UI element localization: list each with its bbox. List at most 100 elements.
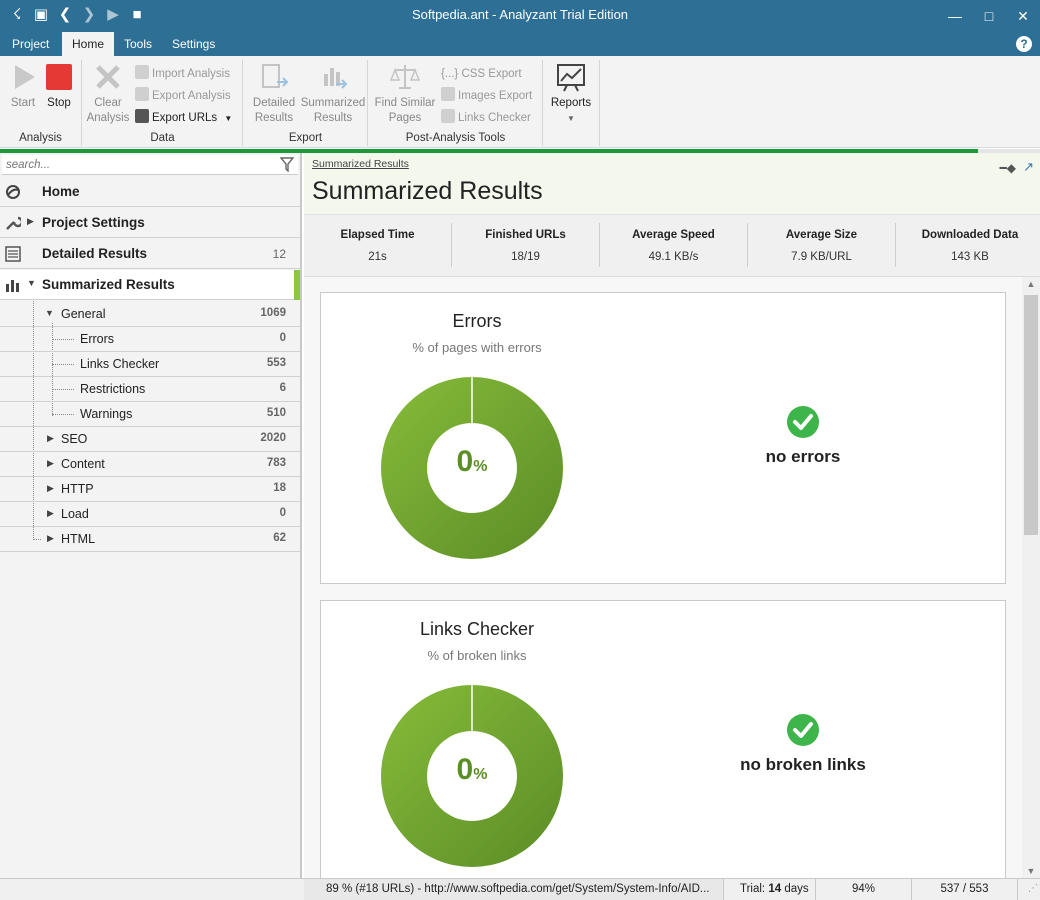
tree-item-http[interactable]: ▶ HTTP 18 xyxy=(0,477,300,502)
sidebar-item-detailed-results[interactable]: Detailed Results 12 xyxy=(0,239,300,269)
scroll-up-icon[interactable]: ▲ xyxy=(1022,279,1040,289)
chevron-right-icon[interactable]: ▶ xyxy=(27,216,34,227)
tab-tools[interactable]: Tools xyxy=(114,32,162,56)
tree-item-load[interactable]: ▶ Load 0 xyxy=(0,502,300,527)
filter-icon[interactable] xyxy=(280,157,294,172)
close-button[interactable]: ✕ xyxy=(1006,0,1040,32)
ribbon-group-analysis: Start Stop Analysis xyxy=(0,60,82,146)
tab-project[interactable]: Project xyxy=(2,32,59,56)
export-urls-button[interactable]: Export URLs ▼ xyxy=(135,108,232,128)
check-circle-icon xyxy=(787,406,819,438)
tree-item-warnings[interactable]: Warnings 510 xyxy=(0,402,300,427)
tree-item-label: Load xyxy=(61,507,89,521)
tree-connector xyxy=(52,339,74,340)
status-count: 537 / 553 xyxy=(912,879,1018,900)
page-header: Summarized Results Summarized Results ━◆… xyxy=(304,153,1040,215)
image-icon xyxy=(441,87,455,101)
tree-item-restrictions[interactable]: Restrictions 6 xyxy=(0,377,300,402)
chevron-down-icon[interactable]: ▼ xyxy=(27,278,36,288)
tree-item-links-checker[interactable]: Links Checker 553 xyxy=(0,352,300,377)
tree-item-content[interactable]: ▶ Content 783 xyxy=(0,452,300,477)
ribbon-group-export: Detailed Results Summarized Results Expo… xyxy=(244,60,368,146)
chevron-right-icon[interactable]: ▶ xyxy=(47,483,54,494)
breadcrumb[interactable]: Summarized Results xyxy=(312,158,409,170)
tree-item-label: HTML xyxy=(61,532,96,546)
tree-item-label: HTTP xyxy=(61,482,94,496)
maximize-button[interactable]: □ xyxy=(972,0,1006,32)
chevron-down-icon[interactable]: ▼ xyxy=(45,308,54,318)
summarized-results-export-button[interactable]: Summarized Results xyxy=(300,62,366,126)
group-label-analysis: Analysis xyxy=(19,132,62,144)
tree-item-errors[interactable]: Errors 0 xyxy=(0,327,300,352)
tree-item-label: Links Checker xyxy=(80,357,160,371)
scroll-down-icon[interactable]: ▼ xyxy=(1022,866,1040,876)
title-bar: ☇ ▣ ❮ ❯ ▶ ■ Softpedia.ant - Analyzant Tr… xyxy=(0,0,1040,32)
reports-button[interactable]: Reports ▼ xyxy=(546,62,596,126)
stat-finished-urls: Finished URLs 18/19 xyxy=(452,223,600,267)
popout-icon[interactable]: ↗ xyxy=(1023,159,1034,175)
status-progress-text: 89 % (#18 URLs) - http://www.softpedia.c… xyxy=(304,879,724,900)
links-checker-button[interactable]: Links Checker xyxy=(441,108,531,128)
tree-item-label: SEO xyxy=(61,432,88,446)
tab-home[interactable]: Home xyxy=(62,32,115,56)
sidebar-item-count: 12 xyxy=(272,247,286,261)
sidebar-item-label: Summarized Results xyxy=(42,277,175,292)
sidebar-item-home[interactable]: Home xyxy=(0,177,300,207)
help-icon[interactable]: ? xyxy=(1016,36,1032,52)
status-text: no broken links xyxy=(740,755,866,774)
tree-item-general[interactable]: ▼ General 1069 xyxy=(0,302,300,327)
window-title: Softpedia.ant - Analyzant Trial Edition xyxy=(411,7,629,22)
tree-item-html[interactable]: ▶ HTML 62 xyxy=(0,527,300,552)
start-label: Start xyxy=(10,97,36,109)
stat-average-speed: Average Speed 49.1 KB/s xyxy=(600,223,748,267)
sidebar-item-project-settings[interactable]: ▶ Project Settings xyxy=(0,208,300,238)
find-similar-label-2: Pages xyxy=(388,112,422,124)
ribbon: Start Stop Analysis Clear Analysis Impor… xyxy=(0,56,1040,148)
tree-item-label: General xyxy=(61,307,106,321)
ribbon-group-data: Clear Analysis Import Analysis Export An… xyxy=(83,60,243,146)
tree-item-count: 510 xyxy=(266,407,286,419)
percent-value: 0% xyxy=(381,753,563,787)
detailed-results-export-button[interactable]: Detailed Results xyxy=(248,62,300,126)
card-title: Links Checker xyxy=(419,619,535,639)
stop-button[interactable]: Stop xyxy=(36,62,82,111)
sidebar-item-label: Home xyxy=(42,184,80,199)
css-export-button[interactable]: {...} CSS Export xyxy=(441,64,522,84)
detailed-label-1: Detailed xyxy=(252,97,296,109)
stat-value: 49.1 KB/s xyxy=(648,251,699,263)
vertical-scrollbar[interactable]: ▲ ▼ xyxy=(1022,277,1040,878)
tree-item-count: 0 xyxy=(279,507,286,519)
chevron-right-icon[interactable]: ▶ xyxy=(47,458,54,469)
sidebar-item-summarized-results[interactable]: ▼ Summarized Results xyxy=(0,270,300,300)
resize-grip-icon[interactable]: ⋰ xyxy=(1028,883,1038,894)
search-input[interactable] xyxy=(2,155,272,175)
clear-analysis-button[interactable]: Clear Analysis xyxy=(85,62,131,126)
tab-settings[interactable]: Settings xyxy=(162,32,225,56)
stop-icon xyxy=(46,64,72,90)
pin-icon[interactable]: ━◆ xyxy=(1000,161,1016,175)
images-export-button[interactable]: Images Export xyxy=(441,86,532,106)
card-subtitle: % of broken links xyxy=(427,648,527,663)
tree-connector xyxy=(52,389,74,390)
minimize-button[interactable]: — xyxy=(938,0,972,32)
status-text: no errors xyxy=(765,447,841,466)
export-analysis-button[interactable]: Export Analysis xyxy=(135,86,231,106)
stat-value: 7.9 KB/URL xyxy=(791,251,852,263)
scrollbar-thumb[interactable] xyxy=(1024,295,1038,535)
links-checker-card: Links Checker % of broken links 0% no br… xyxy=(320,600,1006,878)
bar-chart-icon xyxy=(6,280,19,292)
percent-number: 0 xyxy=(456,753,474,786)
tree-item-seo[interactable]: ▶ SEO 2020 xyxy=(0,427,300,452)
import-analysis-button[interactable]: Import Analysis xyxy=(135,64,230,84)
export-urls-label: Export URLs xyxy=(152,112,218,124)
list-icon xyxy=(5,246,21,262)
find-similar-pages-button[interactable]: Find Similar Pages xyxy=(371,62,439,126)
percent-value: 0% xyxy=(381,445,563,479)
chevron-right-icon[interactable]: ▶ xyxy=(47,533,54,544)
main-panel: Summarized Results Summarized Results ━◆… xyxy=(304,153,1040,878)
chevron-right-icon[interactable]: ▶ xyxy=(47,508,54,519)
stat-label: Elapsed Time xyxy=(340,229,415,241)
import-icon xyxy=(135,65,149,79)
export-label: Export Analysis xyxy=(152,90,231,102)
chevron-right-icon[interactable]: ▶ xyxy=(47,433,54,444)
